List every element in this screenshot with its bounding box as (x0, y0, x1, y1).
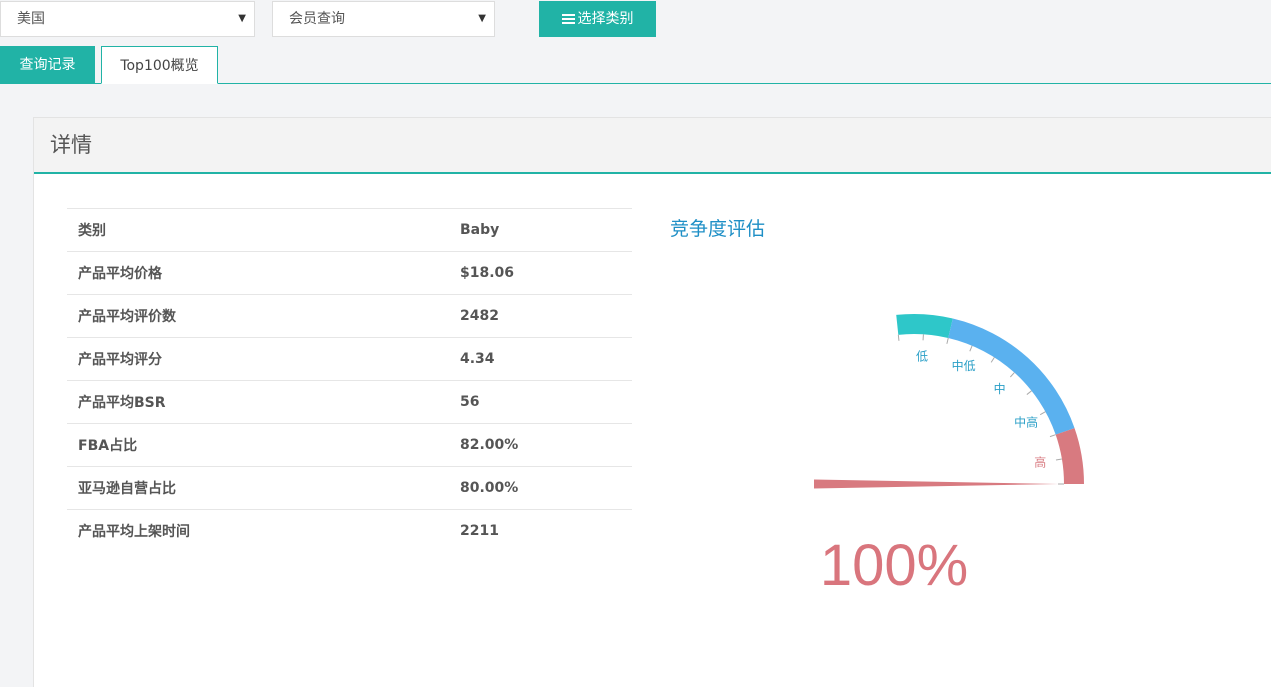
row-label: 类别 (67, 209, 449, 252)
table-row: 产品平均评分4.34 (67, 338, 632, 381)
table-row: 产品平均上架时间2211 (67, 510, 632, 553)
gauge-value: 100% (794, 532, 994, 599)
gauge-label: 高 (1034, 455, 1046, 470)
panel-title: 详情 (34, 117, 1271, 174)
gauge-label: 中 (994, 381, 1006, 396)
chevron-down-icon: ▼ (238, 2, 246, 36)
row-label: 产品平均BSR (67, 381, 449, 424)
row-label: 产品平均评价数 (67, 295, 449, 338)
tab-bar: 查询记录 Top100概览 (0, 46, 1271, 84)
row-label: 产品平均价格 (67, 252, 449, 295)
row-label: FBA占比 (67, 424, 449, 467)
gauge-segment-low (896, 314, 953, 338)
gauge-tick (947, 338, 948, 344)
gauge-label: 中高 (1014, 414, 1038, 429)
row-value: 82.00% (449, 424, 632, 467)
gauge-tick (991, 357, 994, 362)
row-label: 产品平均上架时间 (67, 510, 449, 553)
row-value: $18.06 (449, 252, 632, 295)
row-label: 产品平均评分 (67, 338, 449, 381)
table-row: 亚马逊自营占比80.00% (67, 467, 632, 510)
country-select-value: 美国 (17, 11, 45, 27)
query-type-select-value: 会员查询 (289, 11, 345, 27)
row-value: 80.00% (449, 467, 632, 510)
tab-query-history[interactable]: 查询记录 (0, 46, 95, 84)
tab-top100-overview[interactable]: Top100概览 (101, 46, 218, 84)
table-row: FBA占比82.00% (67, 424, 632, 467)
row-value: 2211 (449, 510, 632, 553)
query-type-select[interactable]: 会员查询 ▼ (272, 1, 495, 37)
table-row: 类别Baby (67, 209, 632, 252)
country-select[interactable]: 美国 ▼ (0, 1, 255, 37)
row-value: 4.34 (449, 338, 632, 381)
gauge-segment-high (1056, 428, 1084, 484)
gauge-tick (970, 346, 972, 352)
competition-gauge: 低中低中中高高 (814, 307, 1134, 537)
select-category-label: 选择类别 (578, 11, 634, 27)
gauge-title: 竞争度评估 (670, 214, 765, 241)
table-row: 产品平均价格$18.06 (67, 252, 632, 295)
gauge-tick (898, 335, 899, 341)
list-icon (562, 14, 575, 24)
gauge-label: 中低 (952, 358, 976, 373)
details-table: 类别Baby产品平均价格$18.06产品平均评价数2482产品平均评分4.34产… (67, 208, 632, 553)
gauge-tick (1050, 435, 1056, 437)
gauge-needle (814, 479, 1059, 489)
gauge-segment-mid (948, 318, 1074, 434)
chevron-down-icon: ▼ (478, 2, 486, 36)
row-value: 56 (449, 381, 632, 424)
row-value: 2482 (449, 295, 632, 338)
gauge-tick (1040, 412, 1045, 415)
row-value: Baby (449, 209, 632, 252)
gauge-label: 低 (916, 349, 928, 363)
gauge-tick (1056, 459, 1062, 460)
table-row: 产品平均评价数2482 (67, 295, 632, 338)
gauge-tick (1027, 391, 1032, 395)
row-label: 亚马逊自营占比 (67, 467, 449, 510)
details-panel: 详情 类别Baby产品平均价格$18.06产品平均评价数2482产品平均评分4.… (33, 117, 1271, 687)
gauge-tick (1010, 373, 1014, 377)
table-row: 产品平均BSR56 (67, 381, 632, 424)
select-category-button[interactable]: 选择类别 (539, 1, 656, 37)
